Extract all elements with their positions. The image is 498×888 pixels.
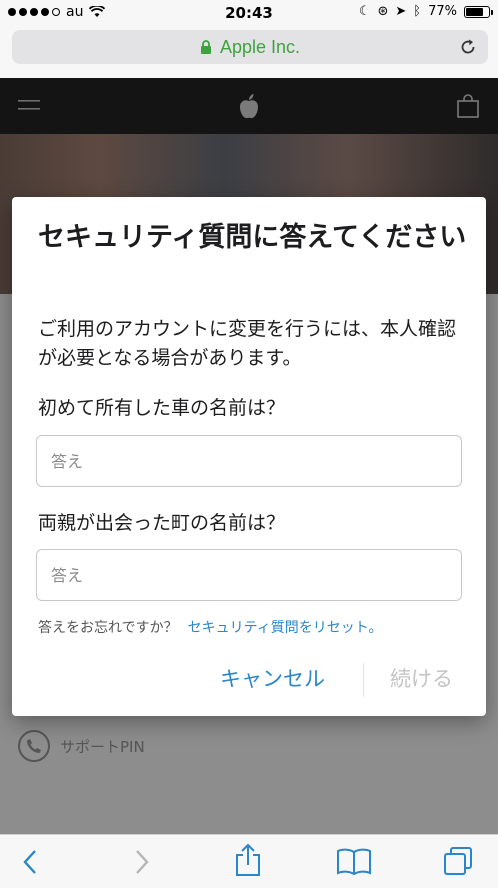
browser-address-area: Apple Inc.: [0, 26, 498, 78]
answer-2-input[interactable]: [36, 549, 462, 601]
menu-icon[interactable]: [18, 98, 40, 112]
moon-icon: ☾: [358, 4, 371, 19]
dialog-description: ご利用のアカウントに変更を行うには、本人確認が必要となる場合があります。: [38, 318, 457, 369]
rotation-lock-icon: ⊛: [377, 4, 389, 19]
support-pin-label: サポートPIN: [60, 737, 145, 756]
bluetooth-icon: ᛒ: [413, 4, 422, 19]
shopping-bag-icon[interactable]: [457, 94, 479, 118]
apple-logo-icon[interactable]: [237, 92, 261, 120]
status-bar: au 20:43 ☾ ⊛ ➤ ᛒ 77%: [0, 0, 498, 26]
url-label: Apple Inc.: [219, 36, 301, 57]
button-divider: [363, 663, 364, 697]
forgot-answers-text: 答えをお忘れですか？: [38, 620, 178, 636]
battery-percent: 77%: [428, 4, 457, 19]
reset-questions-link[interactable]: セキュリティ質問をリセット。: [188, 617, 383, 637]
continue-button[interactable]: 続ける: [390, 663, 453, 693]
cancel-button[interactable]: キャンセル: [220, 663, 325, 693]
question-2-label: 両親が出会った町の名前は？: [38, 512, 286, 534]
reload-icon[interactable]: [458, 37, 478, 57]
status-right: ☾ ⊛ ➤ ᛒ 77%: [358, 4, 493, 19]
battery-icon: [464, 5, 493, 18]
address-bar[interactable]: Apple Inc.: [12, 30, 488, 64]
location-icon: ➤: [395, 4, 407, 19]
question-1-label: 初めて所有した車の名前は？: [38, 397, 286, 419]
tabs-icon[interactable]: [442, 845, 474, 877]
answer-1-input[interactable]: [36, 435, 462, 487]
lock-icon: [200, 40, 211, 54]
security-question-dialog: セキュリティ質問に答えてください ご利用のアカウントに変更を行うには、本人確認が…: [12, 197, 486, 716]
support-pin-link[interactable]: サポートPIN: [18, 730, 145, 762]
browser-toolbar: [0, 834, 498, 888]
dialog-title: セキュリティ質問に答えてください: [38, 222, 467, 253]
share-icon[interactable]: [234, 843, 262, 877]
site-nav-bar: [0, 78, 498, 134]
forward-icon[interactable]: [134, 849, 150, 875]
bookmarks-icon[interactable]: [336, 847, 372, 875]
forgot-answers-row: 答えをお忘れですか？ セキュリティ質問をリセット。: [38, 617, 382, 637]
back-icon[interactable]: [22, 849, 38, 875]
phone-icon: [18, 730, 50, 762]
